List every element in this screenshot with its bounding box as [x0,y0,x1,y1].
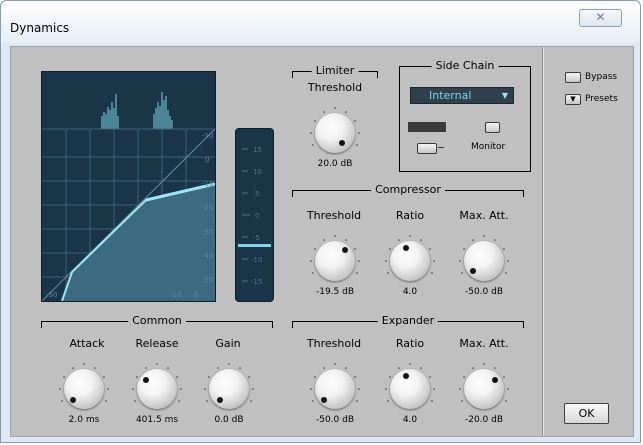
expander-group-label: Expander [377,314,439,327]
attack-label: Attack [69,337,105,350]
expander-maxatt-knob[interactable] [464,369,504,409]
release-label: Release [135,337,179,350]
common-group-label: Common [128,314,186,327]
expander-group: Expander [292,314,524,328]
compressor-maxatt-value: -50.0 dB [464,287,504,297]
expander-maxatt-label: Max. Att. [459,337,509,350]
monitor-label: Monitor [471,142,506,152]
compressor-group-label: Compressor [371,183,445,196]
monitor-button[interactable] [485,122,500,133]
ok-button[interactable]: OK [564,403,609,424]
meter-scale-label: -15 [251,278,262,286]
close-icon: ✕ [595,10,606,24]
graph-db-label: -10 [202,132,213,140]
compressor-maxatt-knob[interactable] [464,241,504,281]
window-title: Dynamics [10,21,70,35]
compressor-threshold-label: Threshold [306,209,362,222]
gain-label: Gain [215,337,241,350]
compressor-ratio-label: Ratio [395,209,425,222]
side-chain-source-value: Internal [429,89,472,102]
side-chain-led [408,122,446,132]
meter-scale-label: 0 [255,212,259,220]
graph-x-label: 0 [194,291,198,299]
expander-maxatt-value: -20.0 dB [464,415,504,425]
limiter-group-label: Limiter [311,64,359,77]
meter-scale-label: -5 [253,234,260,242]
bypass-toggle[interactable] [565,72,581,83]
compressor-maxatt-label: Max. Att. [459,209,509,222]
meter-scale-label: 10 [253,168,262,176]
graph-db-label: -50 [202,276,213,284]
graph-db-label: -10 [202,180,213,188]
graph-x-label: -10 [170,291,181,299]
transfer-curve-display: -10 0 -10 -20 -30 -40 -50 -50 -10 0 [41,71,216,302]
bypass-label: Bypass [585,72,618,82]
attack-knob[interactable] [64,369,104,409]
dynamics-dialog: Dynamics ✕ -10 0 -10 -20 -30 -40 -50 -50… [0,0,641,443]
expander-ratio-value: 4.0 [402,415,418,425]
presets-dropdown-icon: ▼ [570,95,576,103]
meter-level-bar [238,244,271,247]
compressor-threshold-value: -19.5 dB [315,287,355,297]
expander-threshold-value: -50.0 dB [315,415,355,425]
presets-label: Presets [585,94,618,104]
close-button[interactable]: ✕ [579,9,622,27]
graph-db-label: -30 [202,228,213,236]
gain-knob[interactable] [209,369,249,409]
meter-scale-label: 5 [255,190,259,198]
gain-value: 0.0 dB [214,415,244,425]
side-chain-toggle[interactable] [417,143,437,154]
side-chain-group: Side Chain [399,59,531,172]
expander-ratio-label: Ratio [395,337,425,350]
dropdown-arrow-icon: ▼ [501,91,508,100]
transfer-curve-svg: -10 0 -10 -20 -30 -40 -50 -50 -10 0 [41,92,216,302]
attack-value: 2.0 ms [68,415,100,425]
right-panel-divider [542,47,543,436]
compressor-threshold-knob[interactable] [315,241,355,281]
level-meter: 15 10 5 0 -5 -10 -15 [235,128,274,302]
graph-db-label: -40 [202,252,213,260]
expander-threshold-knob[interactable] [315,369,355,409]
histogram [101,92,173,129]
graph-x-label: -50 [46,291,57,299]
meter-scale-label: 15 [253,146,262,154]
graph-db-label: 0 [205,156,209,164]
release-knob[interactable] [137,369,177,409]
release-value: 401.5 ms [135,415,179,425]
dialog-client-area: -10 0 -10 -20 -30 -40 -50 -50 -10 0 15 1… [10,46,634,437]
toggle-connector [438,147,444,148]
level-meter-svg: 15 10 5 0 -5 -10 -15 [238,146,271,286]
meter-scale-label: -10 [251,256,262,264]
compressor-ratio-knob[interactable] [390,241,430,281]
compressor-group: Compressor [292,183,524,197]
limiter-threshold-knob[interactable] [315,113,355,153]
side-chain-source-dropdown[interactable]: Internal ▼ [410,87,514,104]
limiter-threshold-label: Threshold [307,81,363,94]
expander-threshold-label: Threshold [306,337,362,350]
side-chain-group-label: Side Chain [431,59,499,72]
compressor-ratio-value: 4.0 [402,287,418,297]
presets-button[interactable]: ▼ [565,94,581,105]
limiter-group: Limiter [292,64,378,78]
expander-ratio-knob[interactable] [390,369,430,409]
common-group: Common [41,314,273,328]
limiter-threshold-value: 20.0 dB [317,159,353,169]
graph-db-label: -20 [202,204,213,212]
title-bar[interactable]: Dynamics ✕ [1,1,640,43]
